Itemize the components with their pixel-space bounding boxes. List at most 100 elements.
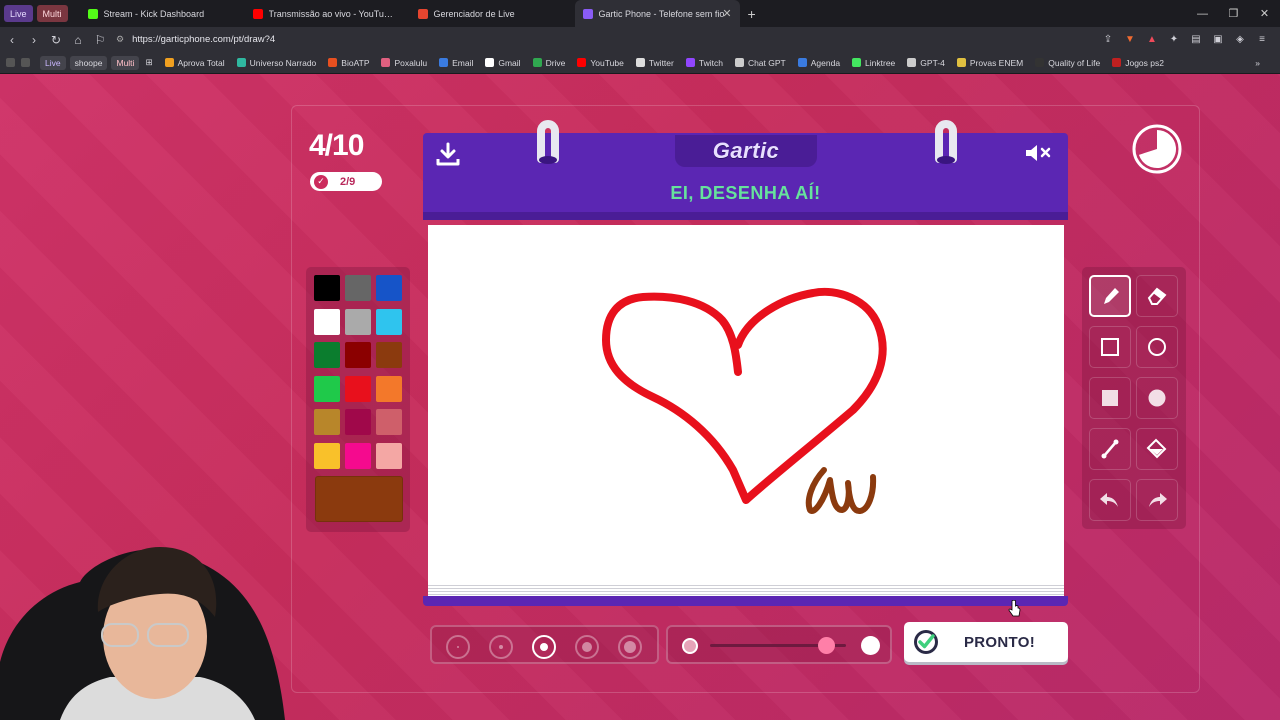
scribble-stroke: [805, 467, 877, 515]
bookmark-app-1[interactable]: [0, 58, 21, 67]
bookmark-page-icon[interactable]: ⚐: [90, 30, 110, 50]
wallet-icon[interactable]: ▣: [1210, 31, 1226, 47]
tool-fill-bucket[interactable]: [1136, 428, 1178, 470]
color-swatch[interactable]: [314, 342, 340, 368]
bookmark-9[interactable]: Twitch: [680, 58, 729, 68]
vpn-icon[interactable]: ◈: [1232, 31, 1248, 47]
browser-tab-3[interactable]: Gartic Phone - Telefone sem fio ✕: [574, 0, 740, 27]
browser-toolbar: ‹ › ↻ ⌂ ⚐ ⚙ https://garticphone.com/pt/d…: [0, 27, 1280, 52]
sidebar-icon[interactable]: ▤: [1188, 31, 1204, 47]
ready-button[interactable]: PRONTO!: [904, 622, 1068, 662]
tool-circle-filled[interactable]: [1136, 377, 1178, 419]
color-swatch[interactable]: [314, 409, 340, 435]
bookmark-8[interactable]: Twitter: [630, 58, 680, 68]
close-tab-icon[interactable]: ✕: [722, 7, 731, 20]
bookmark-favicon-icon: [956, 58, 966, 67]
bookmark-13[interactable]: GPT-4: [901, 58, 951, 68]
color-swatch[interactable]: [314, 308, 340, 335]
back-icon[interactable]: ‹: [2, 30, 22, 50]
color-swatch[interactable]: [345, 275, 371, 301]
more-bookmarks-icon[interactable]: »: [1255, 58, 1260, 68]
tool-eraser[interactable]: [1136, 275, 1178, 317]
color-swatch[interactable]: [345, 308, 371, 335]
menu-icon[interactable]: ≡: [1254, 31, 1270, 47]
bookmark-16[interactable]: Jogos ps2: [1106, 58, 1170, 68]
tool-rectangle-outline[interactable]: [1089, 326, 1131, 368]
forward-icon[interactable]: ›: [24, 30, 44, 50]
tool-circle-outline[interactable]: [1136, 326, 1178, 368]
tool-pencil[interactable]: [1089, 275, 1131, 317]
new-tab-button[interactable]: +: [740, 6, 764, 22]
drawing-canvas[interactable]: [428, 225, 1064, 583]
color-swatch[interactable]: [376, 308, 402, 335]
brush-size-4[interactable]: [575, 635, 599, 659]
bookmark-14[interactable]: Provas ENEM: [951, 58, 1029, 68]
bookmark-2[interactable]: BioATP: [322, 58, 375, 68]
bookmark-12[interactable]: Linktree: [846, 58, 901, 68]
home-icon[interactable]: ⌂: [68, 30, 88, 50]
bookmark-folder-live[interactable]: Live: [40, 55, 66, 70]
close-window-icon[interactable]: ✕: [1249, 0, 1280, 27]
mute-icon[interactable]: [1024, 142, 1054, 164]
workspace-live[interactable]: Live: [4, 5, 33, 22]
brush-size-3[interactable]: [532, 635, 556, 659]
color-swatch[interactable]: [376, 442, 402, 469]
bookmark-10[interactable]: Chat GPT: [729, 58, 792, 68]
circle-filled-icon: [1148, 389, 1166, 407]
tool-rectangle-filled[interactable]: [1089, 377, 1131, 419]
color-swatch[interactable]: [345, 442, 371, 469]
extensions-icon[interactable]: ✦: [1166, 31, 1182, 47]
opacity-thumb[interactable]: [817, 637, 835, 654]
address-bar[interactable]: ⚙ https://garticphone.com/pt/draw?4: [110, 30, 1070, 49]
browser-tab-2[interactable]: Gerenciador de Live: [410, 0, 575, 27]
bookmark-favicon-icon: [381, 58, 391, 67]
browser-tab-1[interactable]: Transmissão ao vivo - YouTube Studio: [245, 0, 410, 27]
undo-icon: [1100, 493, 1118, 507]
line-icon: [1101, 439, 1119, 459]
color-swatch[interactable]: [345, 409, 371, 435]
share-icon[interactable]: ⇪: [1100, 31, 1116, 47]
opacity-slider[interactable]: [666, 625, 892, 664]
bookmark-app-2[interactable]: [21, 58, 36, 67]
brave-shield-icon[interactable]: ▼: [1122, 31, 1138, 47]
apps-grid-icon[interactable]: ⊞: [139, 57, 158, 68]
bookmark-7[interactable]: YouTube: [571, 58, 629, 68]
color-swatch[interactable]: [314, 375, 340, 402]
bookmark-3[interactable]: Poxalulu: [375, 58, 433, 68]
minimize-icon[interactable]: —: [1187, 0, 1218, 27]
color-swatch[interactable]: [314, 442, 340, 469]
color-swatch[interactable]: [376, 409, 402, 435]
reload-icon[interactable]: ↻: [46, 30, 66, 50]
binder-ring-left: [537, 120, 559, 164]
bookmark-folder-shoope[interactable]: shoope: [69, 55, 108, 70]
color-swatch[interactable]: [345, 375, 371, 402]
color-swatch[interactable]: [376, 275, 402, 301]
bookmark-folder-multi[interactable]: Multi: [111, 55, 140, 70]
color-swatch[interactable]: [376, 342, 402, 368]
rewards-icon[interactable]: ▲: [1144, 31, 1160, 47]
tool-redo[interactable]: [1136, 479, 1178, 521]
bookmark-11[interactable]: Agenda: [792, 58, 846, 68]
tool-undo[interactable]: [1089, 479, 1131, 521]
workspace-multi[interactable]: Multi: [36, 5, 68, 22]
download-icon[interactable]: [435, 141, 461, 167]
brush-size-1[interactable]: [446, 635, 470, 659]
bookmark-4[interactable]: Email: [433, 58, 479, 68]
color-swatch[interactable]: [376, 375, 402, 402]
browser-tab-0[interactable]: Stream - Kick Dashboard: [80, 0, 245, 27]
bookmark-6[interactable]: Drive: [527, 58, 572, 68]
bookmark-favicon-icon: [907, 58, 917, 67]
bookmark-favicon-icon: [1112, 58, 1122, 67]
color-swatch[interactable]: [314, 275, 340, 301]
site-info-icon[interactable]: ⚙: [116, 34, 124, 45]
tool-line[interactable]: [1089, 428, 1131, 470]
brush-size-5[interactable]: [618, 635, 642, 659]
color-swatch[interactable]: [345, 342, 371, 368]
bookmark-1[interactable]: Universo Narrado: [231, 58, 323, 68]
bookmark-label: Aprova Total: [177, 57, 225, 68]
bookmark-15[interactable]: Quality of Life: [1029, 58, 1106, 68]
brush-size-2[interactable]: [489, 635, 513, 659]
maximize-icon[interactable]: ❐: [1218, 0, 1249, 27]
bookmark-5[interactable]: Gmail: [479, 58, 526, 68]
bookmark-0[interactable]: Aprova Total: [159, 58, 231, 68]
